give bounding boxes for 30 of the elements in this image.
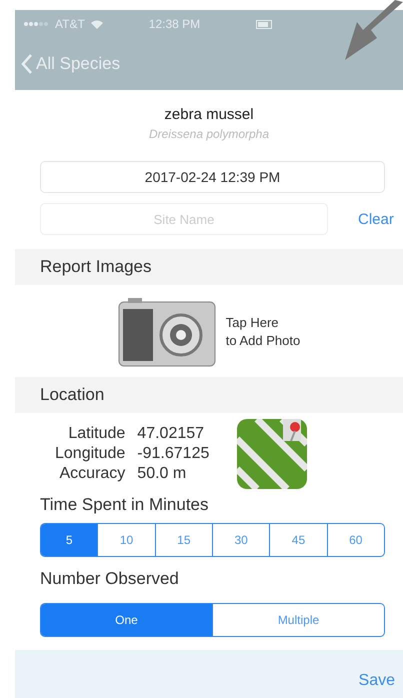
map-pin-icon[interactable] <box>237 419 308 489</box>
location-value: 50.0 m <box>137 465 188 483</box>
location-label: Accuracy <box>58 465 126 483</box>
location-label: Longitude <box>55 445 126 463</box>
signal-icon <box>23 21 49 27</box>
chevron-left-icon <box>21 54 32 74</box>
carrier-name: AT&T <box>55 17 85 31</box>
section-title: Time Spent in Minutes <box>39 494 210 515</box>
location-value: 47.02157 <box>137 425 206 443</box>
battery-icon <box>256 20 274 28</box>
section-header: Location <box>15 377 403 413</box>
count-segment[interactable]: One <box>41 604 212 636</box>
minutes-segment[interactable]: 5 <box>41 524 98 556</box>
section-title: Number Observed <box>39 568 180 589</box>
location-label: Latitude <box>67 425 126 443</box>
date-field[interactable]: 2017-02-24 12:39 PM <box>40 161 385 193</box>
location-value: -91.67125 <box>137 445 210 463</box>
camera-icon[interactable] <box>118 297 216 367</box>
count-segment[interactable]: Multiple <box>212 604 384 636</box>
clear-button[interactable]: Clear <box>358 210 394 228</box>
back-button[interactable]: All Species <box>21 54 120 74</box>
minutes-segment[interactable]: 60 <box>326 524 384 556</box>
save-button[interactable]: Save <box>358 672 395 690</box>
pointer-arrow-icon <box>343 0 403 62</box>
species-scientific-name: Dreissena polymorpha <box>148 127 270 141</box>
add-photo-prompt[interactable]: Tap Here to Add Photo <box>226 314 300 350</box>
section-header: Report Images <box>15 249 403 285</box>
species-common-name: zebra mussel <box>164 106 254 123</box>
wifi-icon <box>90 20 103 28</box>
status-time: 12:38 PM <box>148 17 200 31</box>
